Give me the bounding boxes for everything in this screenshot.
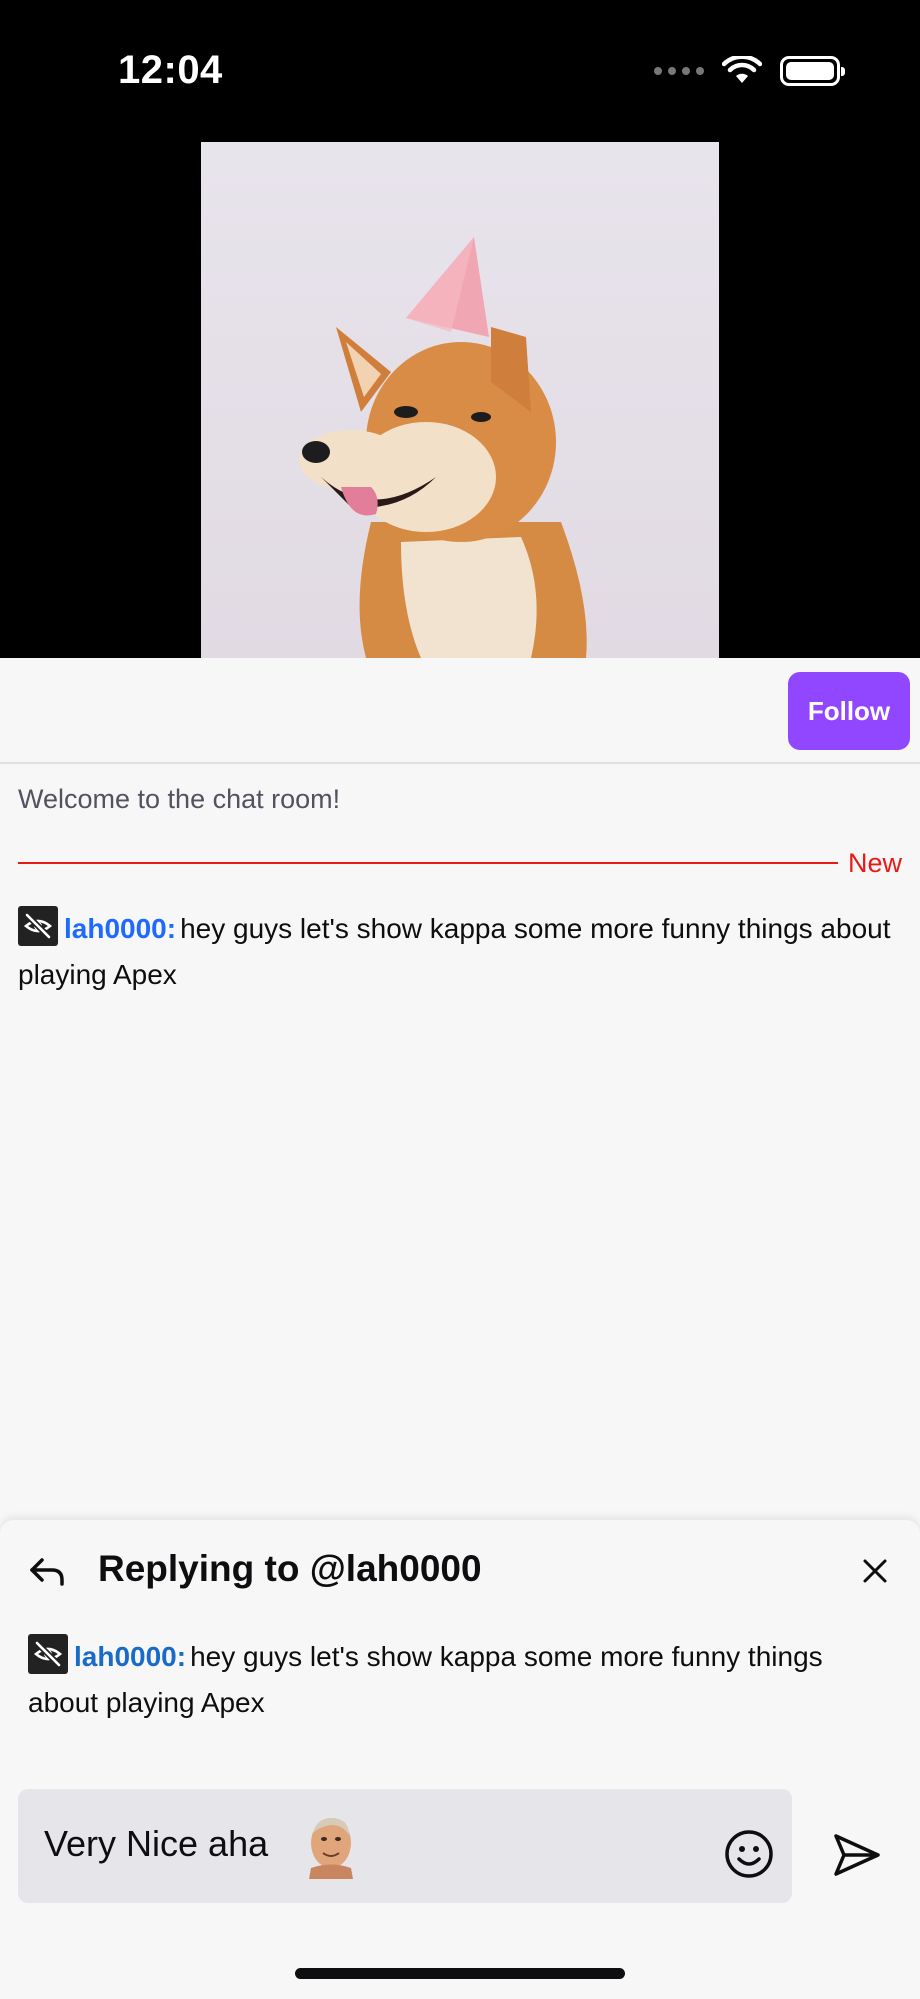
new-messages-divider: New (18, 846, 902, 880)
quoted-message: lah0000: hey guys let's show kappa some m… (28, 1634, 898, 1726)
home-indicator[interactable] (295, 1968, 625, 1979)
new-label: New (847, 847, 902, 878)
chat-username[interactable]: lah0000: (64, 913, 176, 944)
channel-action-bar: Follow (0, 658, 920, 764)
hidden-eye-icon (18, 906, 58, 946)
reply-arrow-icon (30, 1558, 64, 1586)
chat-welcome-message: Welcome to the chat room! (18, 784, 341, 814)
close-icon[interactable] (860, 1556, 890, 1586)
status-icons (654, 56, 845, 86)
chat-message[interactable]: lah0000: hey guys let's show kappa some m… (18, 906, 898, 998)
chat-input-value[interactable]: Very Nice aha (44, 1823, 268, 1865)
emoji-picker-icon[interactable] (724, 1829, 774, 1879)
chat-input[interactable]: Very Nice aha (18, 1789, 792, 1903)
kappa-emote-icon (309, 1817, 353, 1879)
video-frame (201, 142, 719, 658)
follow-button[interactable]: Follow (788, 672, 910, 750)
divider-line (18, 862, 838, 864)
reply-title: Replying to @lah0000 (98, 1548, 482, 1589)
wifi-icon (722, 56, 762, 83)
cellular-signal-icon (654, 67, 704, 75)
hidden-eye-icon (28, 1634, 68, 1674)
video-player[interactable]: 12:04 (0, 0, 920, 658)
send-icon[interactable] (832, 1832, 882, 1878)
quoted-username: lah0000: (74, 1641, 187, 1672)
battery-icon (780, 56, 845, 86)
shiba-inu-party-hat-image (299, 237, 587, 658)
reply-panel: Replying to @lah0000 lah0000: hey guys le… (0, 1520, 920, 1999)
status-time: 12:04 (118, 48, 223, 92)
